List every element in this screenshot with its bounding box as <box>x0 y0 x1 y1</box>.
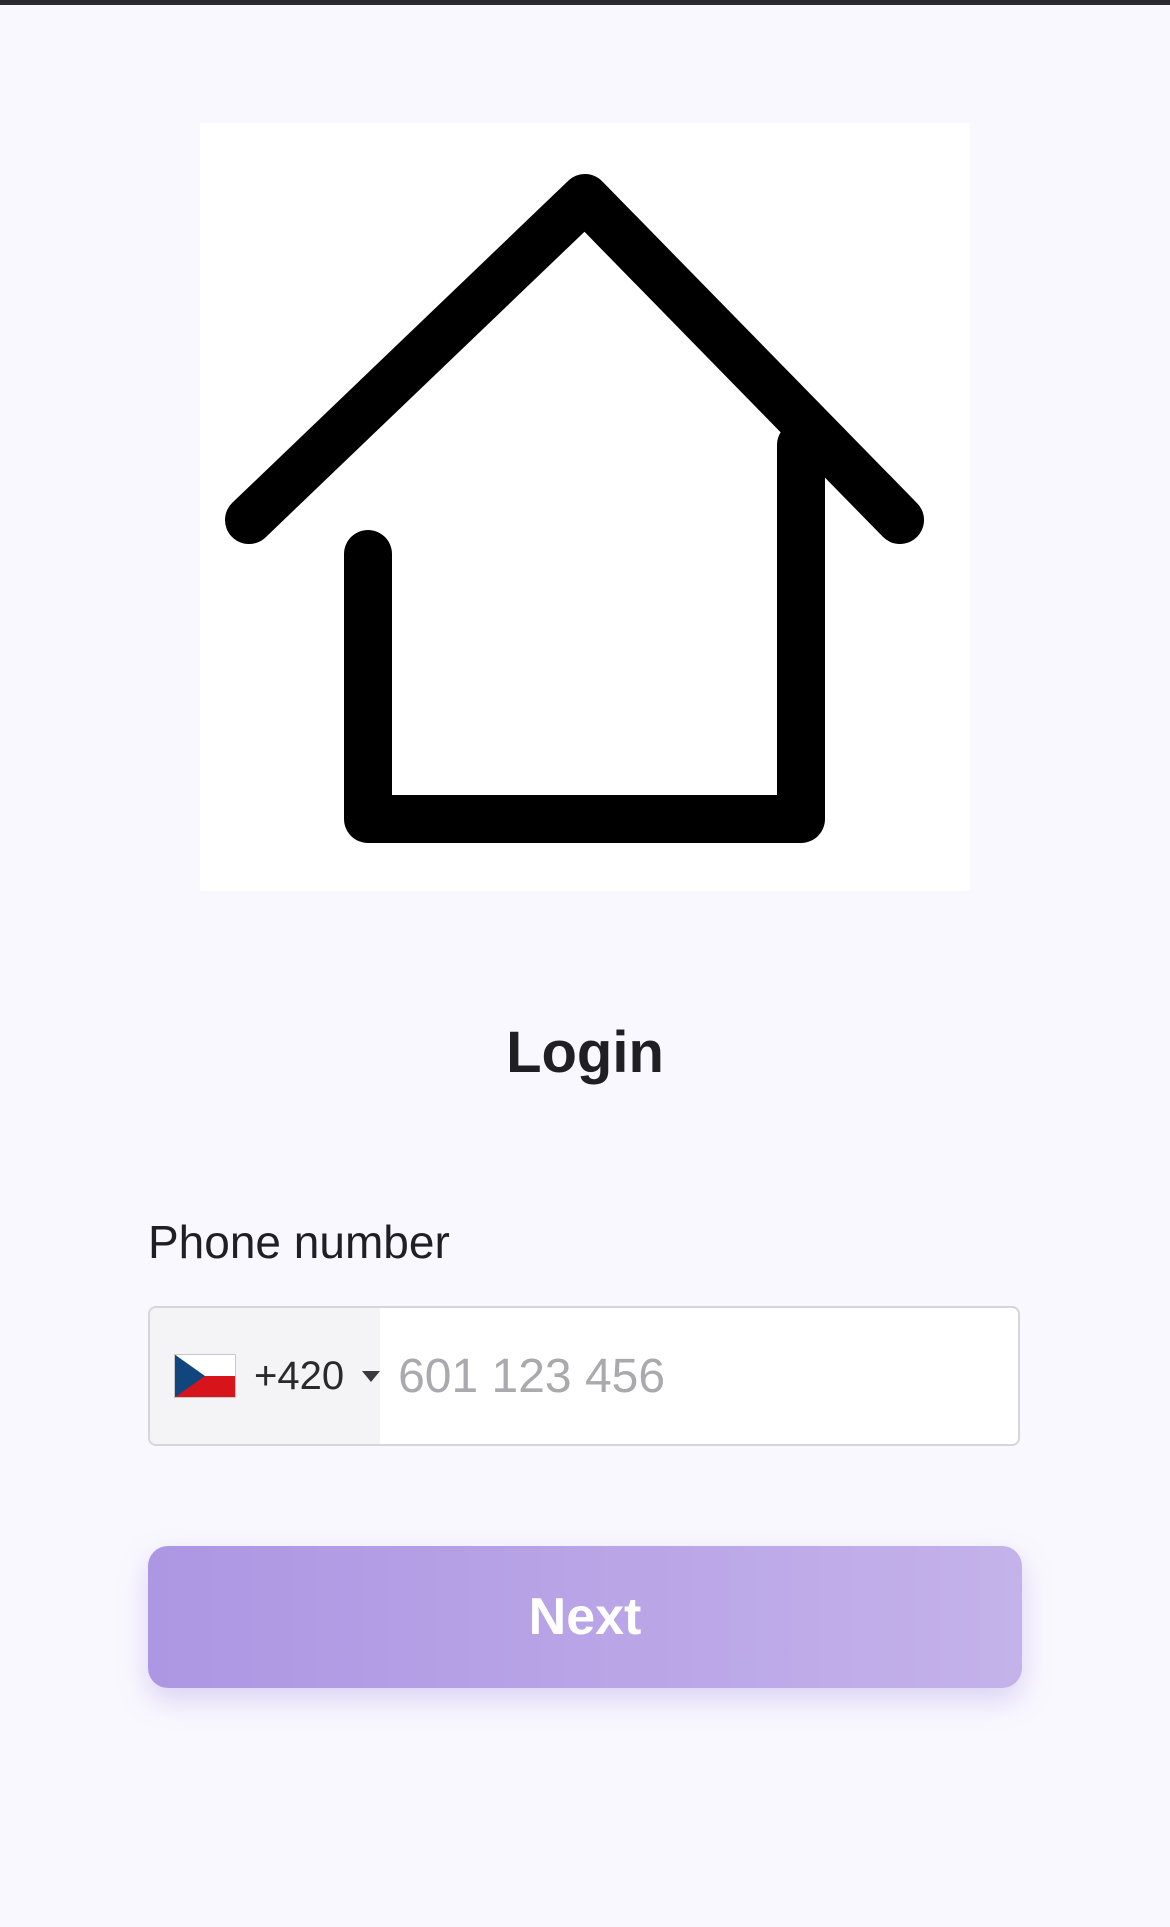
top-border <box>0 0 1170 5</box>
app-logo <box>200 123 970 891</box>
caret-down-icon <box>362 1370 381 1382</box>
country-code-select[interactable]: +420 <box>150 1308 381 1444</box>
house-icon <box>225 174 924 843</box>
country-dial-code: +420 <box>254 1353 345 1398</box>
phone-number-field: +420 <box>148 1306 1020 1446</box>
phone-number-label: Phone number <box>148 1216 450 1268</box>
page-title: Login <box>506 1020 664 1085</box>
next-button[interactable]: Next <box>148 1546 1022 1688</box>
phone-number-input[interactable] <box>380 1308 1018 1444</box>
czech-flag-icon <box>174 1354 236 1398</box>
